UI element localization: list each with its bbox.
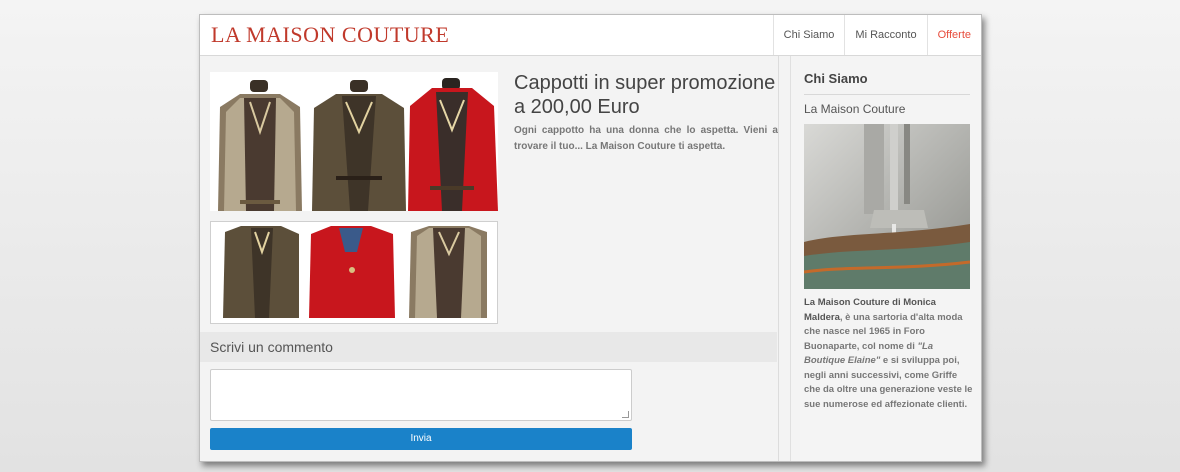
main-nav: Chi Siamo Mi Racconto Offerte [772, 15, 981, 55]
comment-textarea[interactable] [210, 369, 632, 421]
sidebar-divider [804, 94, 970, 95]
comment-section-title: Scrivi un commento [210, 339, 333, 355]
site-logo[interactable]: LA MAISON COUTURE [211, 22, 449, 48]
sewing-machine-photo [804, 124, 970, 289]
coats-thumbnails[interactable] [210, 221, 498, 324]
sidebar-heading: Chi Siamo [804, 71, 868, 86]
article-text: Ogni cappotto ha una donna che lo aspett… [514, 125, 778, 152]
sidebar: Chi Siamo La Maison Couture La Maison Co… [790, 56, 981, 461]
resize-handle-icon[interactable] [622, 411, 629, 418]
sidebar-description: La Maison Couture di Monica Maldera, è u… [804, 296, 974, 412]
nav-item-mi-racconto[interactable]: Mi Racconto [844, 15, 926, 55]
sidebar-subheading: La Maison Couture [804, 102, 906, 116]
main-content: Cappotti in super promozione a 200,00 Eu… [200, 56, 789, 461]
nav-item-chi-siamo[interactable]: Chi Siamo [772, 15, 845, 55]
nav-item-offerte[interactable]: Offerte [926, 15, 981, 55]
site-header: LA MAISON COUTURE Chi Siamo Mi Racconto … [200, 15, 981, 56]
article-title: Cappotti in super promozione a 200,00 Eu… [514, 72, 776, 118]
submit-comment-button[interactable]: Invia [210, 428, 632, 450]
coats-photo [210, 72, 498, 211]
comment-section-header: Scrivi un commento [200, 332, 777, 362]
browser-window: LA MAISON COUTURE Chi Siamo Mi Racconto … [199, 14, 982, 462]
content-divider [778, 56, 779, 461]
